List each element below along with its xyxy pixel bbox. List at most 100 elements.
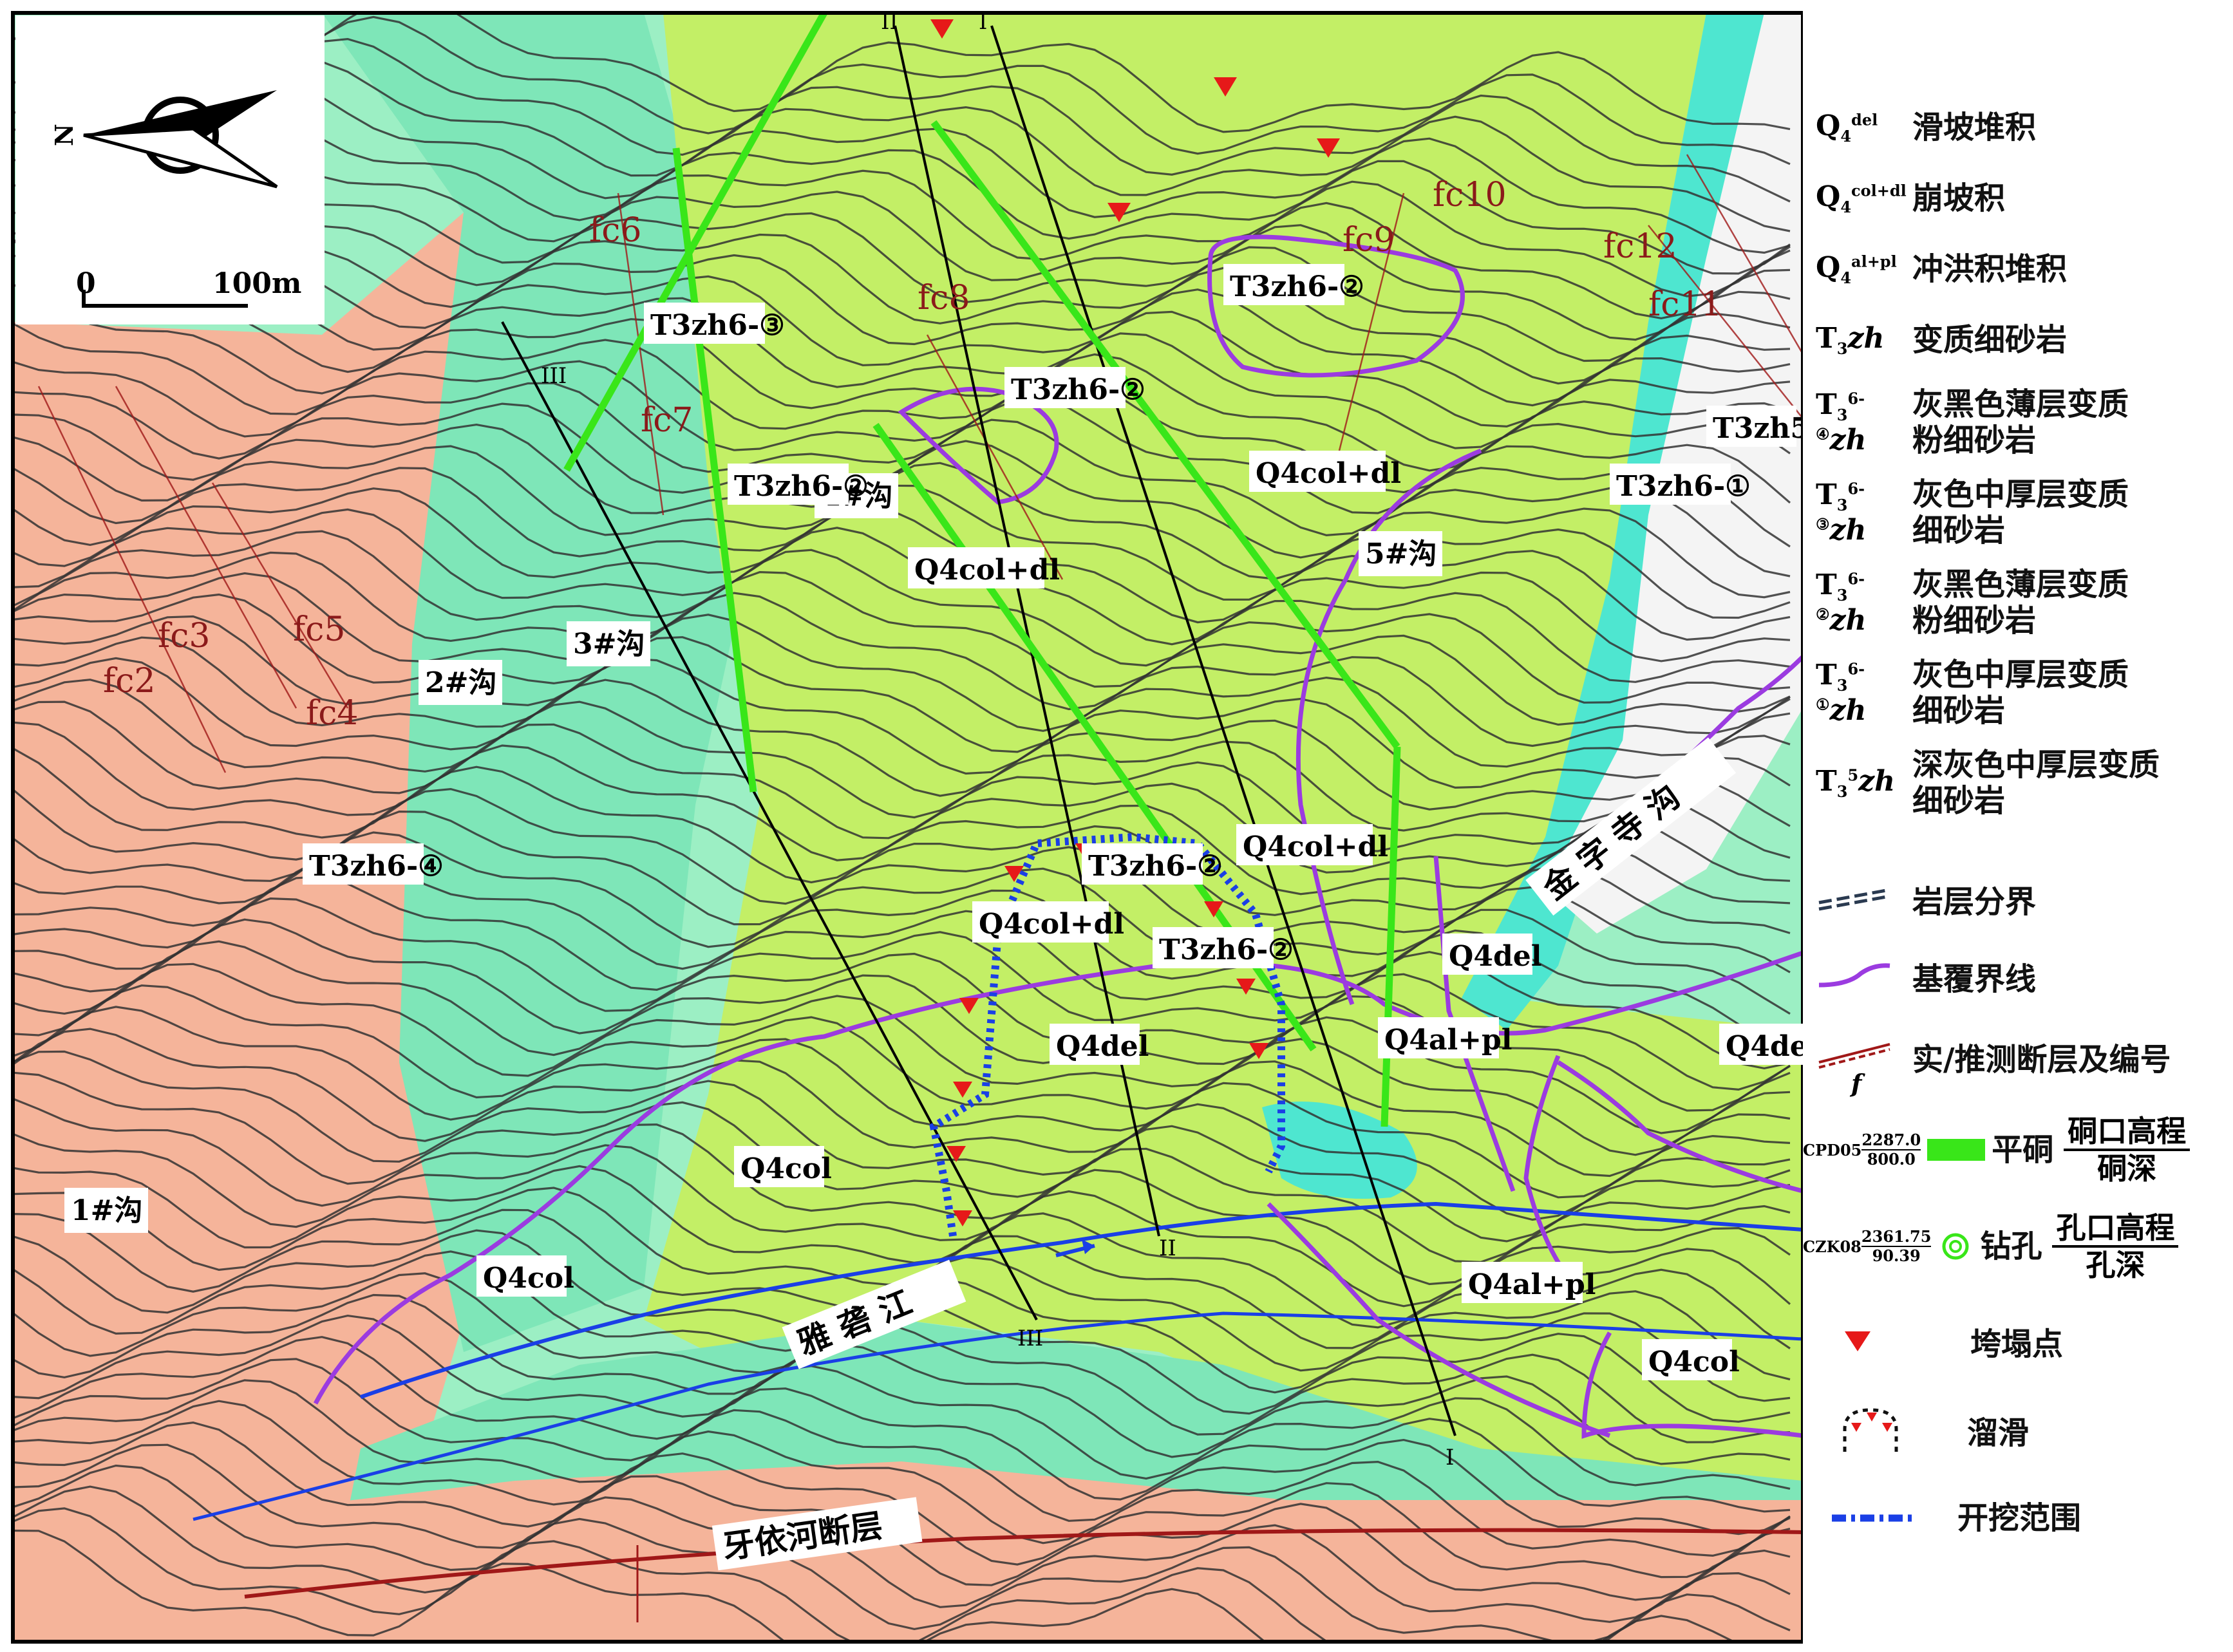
gully-1-label: 1#沟 — [71, 1194, 142, 1227]
legend-unit-text: 崩坡积 — [1912, 180, 2006, 216]
svg-text:T3zh6-③: T3zh6-③ — [650, 309, 785, 342]
unit-t62-5: T3zh6-② — [1153, 927, 1294, 968]
svg-text:Q4al+pl: Q4al+pl — [1468, 1268, 1596, 1301]
unit-q4del-1: Q4del — [1050, 1024, 1149, 1065]
svg-text:Q4col: Q4col — [483, 1262, 574, 1295]
svg-text:Q4del: Q4del — [1726, 1030, 1803, 1063]
adit-values: 2287.0 800.0 — [1861, 1131, 1921, 1169]
legend-unit-text: 灰黑色薄层变质 粉细砂岩 — [1912, 386, 2129, 458]
fault-fc3: fc3 — [158, 617, 210, 655]
legend-collapse: 垮塌点 — [1816, 1326, 2228, 1362]
legend-unit-text: 变质细砂岩 — [1912, 322, 2068, 358]
fault-line-label: 实/推测断层及编号 — [1912, 1041, 2171, 1078]
section-mark-ii-south: II — [1159, 1235, 1176, 1261]
geologic-map: II I III II III I N 0 100m 1#沟 2#沟 3#沟 4… — [0, 0, 1803, 1652]
fault-fc5: fc5 — [293, 610, 345, 649]
legend-unit-text: 冲洪积堆积 — [1912, 251, 2068, 287]
geologic-map-figure: II I III II III I N 0 100m 1#沟 2#沟 3#沟 4… — [0, 0, 2233, 1652]
fault-fc8: fc8 — [918, 279, 970, 317]
svg-text:T3zh6-②: T3zh6-② — [734, 470, 869, 503]
bedrock-line-icon — [1816, 959, 1912, 999]
adit-code: CPD05 — [1803, 1140, 1862, 1159]
unit-q4coldl-3: Q4col+dl — [972, 901, 1124, 943]
unit-q4del-3: Q4del — [1442, 934, 1541, 975]
unit-t62-4: T3zh6-② — [1082, 843, 1223, 885]
unit-q4coldl-2: Q4col+dl — [1249, 451, 1401, 492]
svg-text:Q4col+dl: Q4col+dl — [914, 554, 1060, 587]
unit-t62-2: T3zh6-② — [1004, 367, 1145, 408]
borehole-code: CZK08 — [1803, 1237, 1861, 1256]
unit-q4col-2: Q4col — [476, 1255, 574, 1297]
legend-unit-symbol: Q4col+dl — [1816, 180, 1907, 216]
unit-t64: T3zh6-④ — [303, 843, 444, 885]
legend-fault-line: f 实/推测断层及编号 — [1816, 1037, 2228, 1098]
svg-text:T3zh6-②: T3zh6-② — [1159, 934, 1294, 966]
collapse-label: 垮塌点 — [1970, 1326, 2064, 1362]
unit-q4coldl-1: Q4col+dl — [908, 547, 1060, 588]
legend-unit-text: 深灰色中厚层变质 细砂岩 — [1912, 747, 2160, 819]
legend-unit-1: Q4col+dl 崩坡积 — [1816, 180, 2228, 216]
section-mark-iii-south: III — [1017, 1326, 1043, 1351]
gully-2-label: 2#沟 — [425, 666, 496, 699]
legend-excavation: 开挖范围 — [1816, 1500, 2228, 1536]
bed-boundary-label: 岩层分界 — [1912, 883, 2037, 920]
legend-unit-2: Q4al+pl 冲洪积堆积 — [1816, 251, 2228, 287]
legend-unit-7: T36-①zh 灰色中厚层变质 细砂岩 — [1816, 657, 2228, 729]
unit-q4col-3: Q4col — [1642, 1339, 1740, 1380]
legend-unit-symbol: T35zh — [1816, 765, 1896, 801]
unit-t63: T3zh6-③ — [644, 303, 785, 344]
unit-t62-3: T3zh6-② — [1223, 264, 1364, 305]
borehole-label: 钻孔 — [1980, 1228, 2042, 1264]
legend-unit-text: 灰黑色薄层变质 粉细砂岩 — [1912, 567, 2129, 639]
fault-fc12: fc12 — [1603, 227, 1677, 266]
legend-unit-text: 灰色中厚层变质 细砂岩 — [1912, 476, 2129, 549]
borehole-icon — [1936, 1232, 1975, 1261]
legend: Q4del 滑坡堆积 Q4col+dl 崩坡积 Q4al+pl 冲洪积堆积 T3zh 变质细砂… — [1803, 0, 2233, 1652]
bedrock-line-label: 基覆界线 — [1912, 961, 2037, 997]
fault-fc2: fc2 — [103, 662, 155, 700]
unit-q4coldl-4: Q4col+dl — [1236, 824, 1388, 865]
svg-text:Q4del: Q4del — [1056, 1030, 1149, 1063]
scale-zero: 0 — [76, 267, 96, 300]
svg-text:T3zh6-④: T3zh6-④ — [309, 850, 444, 883]
legend-unit-0: Q4del 滑坡堆积 — [1816, 109, 2228, 145]
north-label: N — [50, 124, 79, 146]
fault-fc11: fc11 — [1648, 285, 1722, 324]
scale-end: 100m — [212, 267, 301, 300]
svg-text:Q4col: Q4col — [1648, 1346, 1740, 1378]
legend-unit-6: T36-②zh 灰黑色薄层变质 粉细砂岩 — [1816, 567, 2228, 639]
unit-q4alpl-1: Q4al+pl — [1378, 1017, 1512, 1058]
legend-unit-5: T36-③zh 灰色中厚层变质 细砂岩 — [1816, 476, 2228, 549]
excavation-icon — [1816, 1502, 1957, 1535]
svg-text:Q4al+pl: Q4al+pl — [1384, 1024, 1512, 1056]
fault-fc10: fc10 — [1433, 176, 1507, 214]
legend-unit-symbol: Q4al+pl — [1816, 251, 1897, 287]
legend-unit-symbol: T3zh — [1816, 322, 1885, 358]
legend-unit-text: 滑坡堆积 — [1912, 109, 2037, 145]
svg-text:T3zh5: T3zh5 — [1713, 412, 1803, 445]
collapse-icon — [1816, 1328, 1970, 1361]
slide-icon — [1816, 1403, 1967, 1462]
legend-bedrock-line: 基覆界线 — [1816, 959, 2228, 999]
legend-unit-8: T35zh 深灰色中厚层变质 细砂岩 — [1816, 747, 2228, 819]
legend-unit-symbol: T36-④zh — [1816, 388, 1867, 457]
adit-fraction: 硐口高程 硐深 — [2064, 1114, 2191, 1186]
fault-fc4: fc4 — [306, 694, 358, 733]
excavation-label: 开挖范围 — [1957, 1500, 2082, 1536]
svg-text:T3zh6-②: T3zh6-② — [1088, 850, 1223, 883]
adit-swatch — [1927, 1139, 1986, 1161]
svg-text:T3zh6-②: T3zh6-② — [1011, 373, 1145, 406]
fault-fc7: fc7 — [641, 401, 693, 440]
section-mark-i-south: I — [1446, 1445, 1454, 1470]
legend-unit-symbol: Q4del — [1816, 109, 1878, 145]
fault-line-icon: f — [1816, 1037, 1912, 1098]
svg-text:Q4col+dl: Q4col+dl — [1256, 457, 1401, 490]
svg-text:Q4col+dl: Q4col+dl — [1243, 831, 1388, 863]
unit-q4alpl-2: Q4al+pl — [1462, 1262, 1596, 1303]
borehole-values: 2361.75 90.39 — [1861, 1227, 1932, 1265]
legend-unit-4: T36-④zh 灰黑色薄层变质 粉细砂岩 — [1816, 386, 2228, 458]
svg-text:Q4col+dl: Q4col+dl — [979, 908, 1124, 941]
gully-3-label: 3#沟 — [573, 628, 645, 661]
legend-slide: 溜滑 — [1816, 1403, 2228, 1462]
svg-text:T3zh6-②: T3zh6-② — [1230, 270, 1364, 303]
